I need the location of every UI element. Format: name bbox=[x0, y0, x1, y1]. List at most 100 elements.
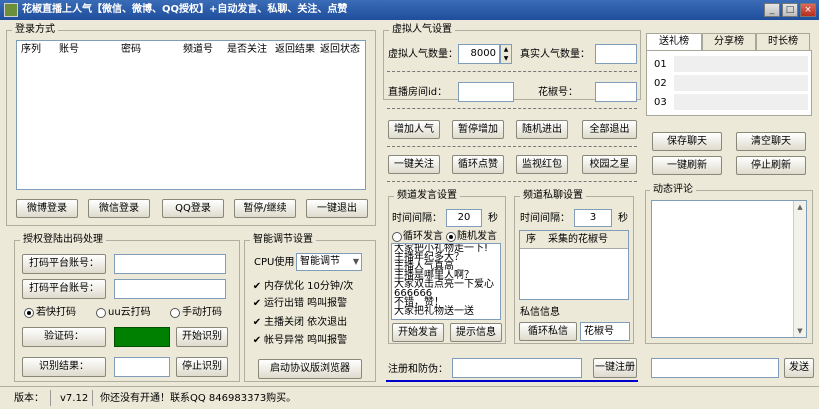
speech-interval-label: 时间间隔： bbox=[392, 213, 442, 224]
col-channel: 频道号 bbox=[183, 44, 213, 55]
private-interval-input[interactable]: 3 bbox=[574, 209, 612, 227]
virtual-count-input[interactable]: 8000 bbox=[458, 44, 500, 64]
pause-resume-button[interactable]: 暂停/继续 bbox=[234, 199, 296, 218]
maximize-icon[interactable]: □ bbox=[782, 3, 798, 17]
collected-list[interactable]: 序 采集的花椒号 bbox=[519, 230, 629, 300]
cpu-label: CPU使用 bbox=[254, 257, 295, 268]
opt2-label: 运行出错 鸣叫报警 bbox=[264, 298, 348, 309]
loop-like-button[interactable]: 循环点赞 bbox=[452, 155, 504, 174]
private-legend: 频道私聊设置 bbox=[520, 190, 586, 202]
register-input[interactable] bbox=[452, 358, 582, 378]
manual-radio[interactable] bbox=[170, 308, 180, 318]
minimize-icon[interactable]: _ bbox=[764, 3, 780, 17]
tab-duration[interactable]: 时长榜 bbox=[756, 33, 810, 50]
result-input[interactable] bbox=[114, 357, 170, 377]
room-id-label: 直播房间id： bbox=[388, 87, 448, 98]
all-exit-button[interactable]: 全部退出 bbox=[582, 120, 637, 139]
real-count-input[interactable] bbox=[595, 44, 637, 64]
spinner-icon[interactable]: ▲ ▼ bbox=[500, 44, 512, 64]
col-huajiao: 采集的花椒号 bbox=[548, 234, 608, 245]
start-speech-button[interactable]: 开始发言 bbox=[392, 323, 444, 342]
platform-password-input[interactable] bbox=[114, 279, 226, 299]
divider bbox=[92, 390, 93, 406]
random-speech-radio[interactable] bbox=[446, 232, 456, 242]
version-value: v7.12 bbox=[60, 393, 89, 404]
login-table[interactable]: 序列 账号 密码 频道号 是否关注 返回结果 返回状态 bbox=[16, 40, 366, 190]
smart-legend: 智能调节设置 bbox=[250, 234, 316, 246]
uu-label: uu云打码 bbox=[108, 307, 151, 318]
random-inout-button[interactable]: 随机进出 bbox=[516, 120, 568, 139]
speech-unit: 秒 bbox=[488, 213, 498, 224]
tab-share[interactable]: 分享榜 bbox=[702, 33, 756, 50]
wechat-login-button[interactable]: 微信登录 bbox=[88, 199, 150, 218]
opt2-checkbox[interactable]: ✔ bbox=[252, 299, 262, 309]
col-follow: 是否关注 bbox=[227, 44, 267, 55]
rank-number: 02 bbox=[654, 78, 667, 89]
save-chat-button[interactable]: 保存聊天 bbox=[652, 132, 722, 151]
close-icon[interactable]: × bbox=[800, 3, 816, 17]
huajiao-id-label: 花椒号： bbox=[538, 87, 578, 98]
register-underline bbox=[386, 380, 638, 382]
private-msg-label: 私信信息 bbox=[520, 307, 560, 318]
tip-info-button[interactable]: 提示信息 bbox=[450, 323, 502, 342]
col-password: 密码 bbox=[121, 44, 141, 55]
start-recognize-button[interactable]: 开始识别 bbox=[176, 327, 228, 347]
scrollbar[interactable]: ▲ ▼ bbox=[793, 201, 806, 337]
col-result: 返回结果 bbox=[275, 44, 315, 55]
add-popularity-button[interactable]: 增加人气 bbox=[388, 120, 440, 139]
one-key-refresh-button[interactable]: 一键刷新 bbox=[652, 156, 722, 175]
opt4-checkbox[interactable]: ✔ bbox=[252, 336, 262, 346]
campus-star-button[interactable]: 校园之星 bbox=[582, 155, 637, 174]
qq-login-button[interactable]: QQ登录 bbox=[162, 199, 224, 218]
ruokuai-radio[interactable] bbox=[24, 308, 34, 318]
dynamic-comment-area[interactable]: ▲ ▼ bbox=[651, 200, 807, 338]
clear-chat-button[interactable]: 清空聊天 bbox=[736, 132, 806, 151]
captcha-label: 验证码： bbox=[22, 327, 106, 347]
private-unit: 秒 bbox=[618, 213, 628, 224]
captcha-image bbox=[114, 327, 170, 347]
quit-all-button[interactable]: 一键退出 bbox=[306, 199, 368, 218]
auth-legend: 授权登陆出码处理 bbox=[20, 234, 106, 246]
opt1-checkbox[interactable]: ✔ bbox=[252, 282, 262, 292]
divider bbox=[387, 71, 637, 72]
stop-refresh-button[interactable]: 停止刷新 bbox=[736, 156, 806, 175]
one-key-register-button[interactable]: 一键注册 bbox=[593, 358, 637, 378]
divider bbox=[387, 181, 637, 182]
weibo-login-button[interactable]: 微博登录 bbox=[16, 199, 78, 218]
send-button[interactable]: 发送 bbox=[784, 358, 814, 378]
virtual-count-label: 虚拟人气数量： bbox=[388, 49, 458, 60]
ruokuai-label: 若快打码 bbox=[36, 307, 76, 318]
loop-private-button[interactable]: 循环私信 bbox=[519, 322, 577, 341]
col-status: 返回状态 bbox=[320, 44, 360, 55]
uu-radio[interactable] bbox=[96, 308, 106, 318]
scroll-down-icon[interactable]: ▼ bbox=[794, 325, 806, 337]
speech-interval-input[interactable]: 20 bbox=[446, 209, 482, 227]
send-input[interactable] bbox=[651, 358, 779, 378]
rank-number: 01 bbox=[654, 59, 667, 70]
result-label: 识别结果： bbox=[22, 357, 106, 377]
room-id-input[interactable] bbox=[458, 82, 514, 102]
login-legend: 登录方式 bbox=[12, 24, 58, 36]
opt3-checkbox[interactable]: ✔ bbox=[252, 318, 262, 328]
scroll-up-icon[interactable]: ▲ bbox=[794, 201, 806, 213]
speech-textarea[interactable]: 大家把小礼物走一下! 主播年纪多大？ 主播人气真高 主播是哪里人啊？ 大家双击点… bbox=[391, 243, 501, 320]
col-account: 账号 bbox=[59, 44, 79, 55]
cpu-select-value: 智能调节 bbox=[300, 256, 340, 267]
stop-recognize-button[interactable]: 停止识别 bbox=[176, 357, 228, 377]
huajiao-field[interactable]: 花椒号 bbox=[580, 322, 630, 341]
rank-row bbox=[674, 75, 808, 91]
watch-redpacket-button[interactable]: 监视红包 bbox=[516, 155, 568, 174]
one-key-follow-button[interactable]: 一键关注 bbox=[388, 155, 440, 174]
platform-account-label-1: 打码平台账号： bbox=[22, 254, 106, 274]
speech-line: 大家把礼物送一送 bbox=[394, 306, 474, 317]
pause-add-button[interactable]: 暂停增加 bbox=[452, 120, 504, 139]
huajiao-id-input[interactable] bbox=[595, 82, 637, 102]
loop-speech-radio[interactable] bbox=[392, 232, 402, 242]
platform-account-input-1[interactable] bbox=[114, 254, 226, 274]
launch-browser-button[interactable]: 启动协议版浏览器 bbox=[258, 359, 362, 379]
loop-speech-label: 循环发言 bbox=[403, 231, 443, 242]
tab-gift[interactable]: 送礼榜 bbox=[646, 33, 702, 50]
opt3-label: 主播关闭 依次退出 bbox=[264, 317, 348, 328]
divider bbox=[387, 146, 637, 147]
cpu-select[interactable]: 智能调节 ▼ bbox=[296, 253, 362, 271]
